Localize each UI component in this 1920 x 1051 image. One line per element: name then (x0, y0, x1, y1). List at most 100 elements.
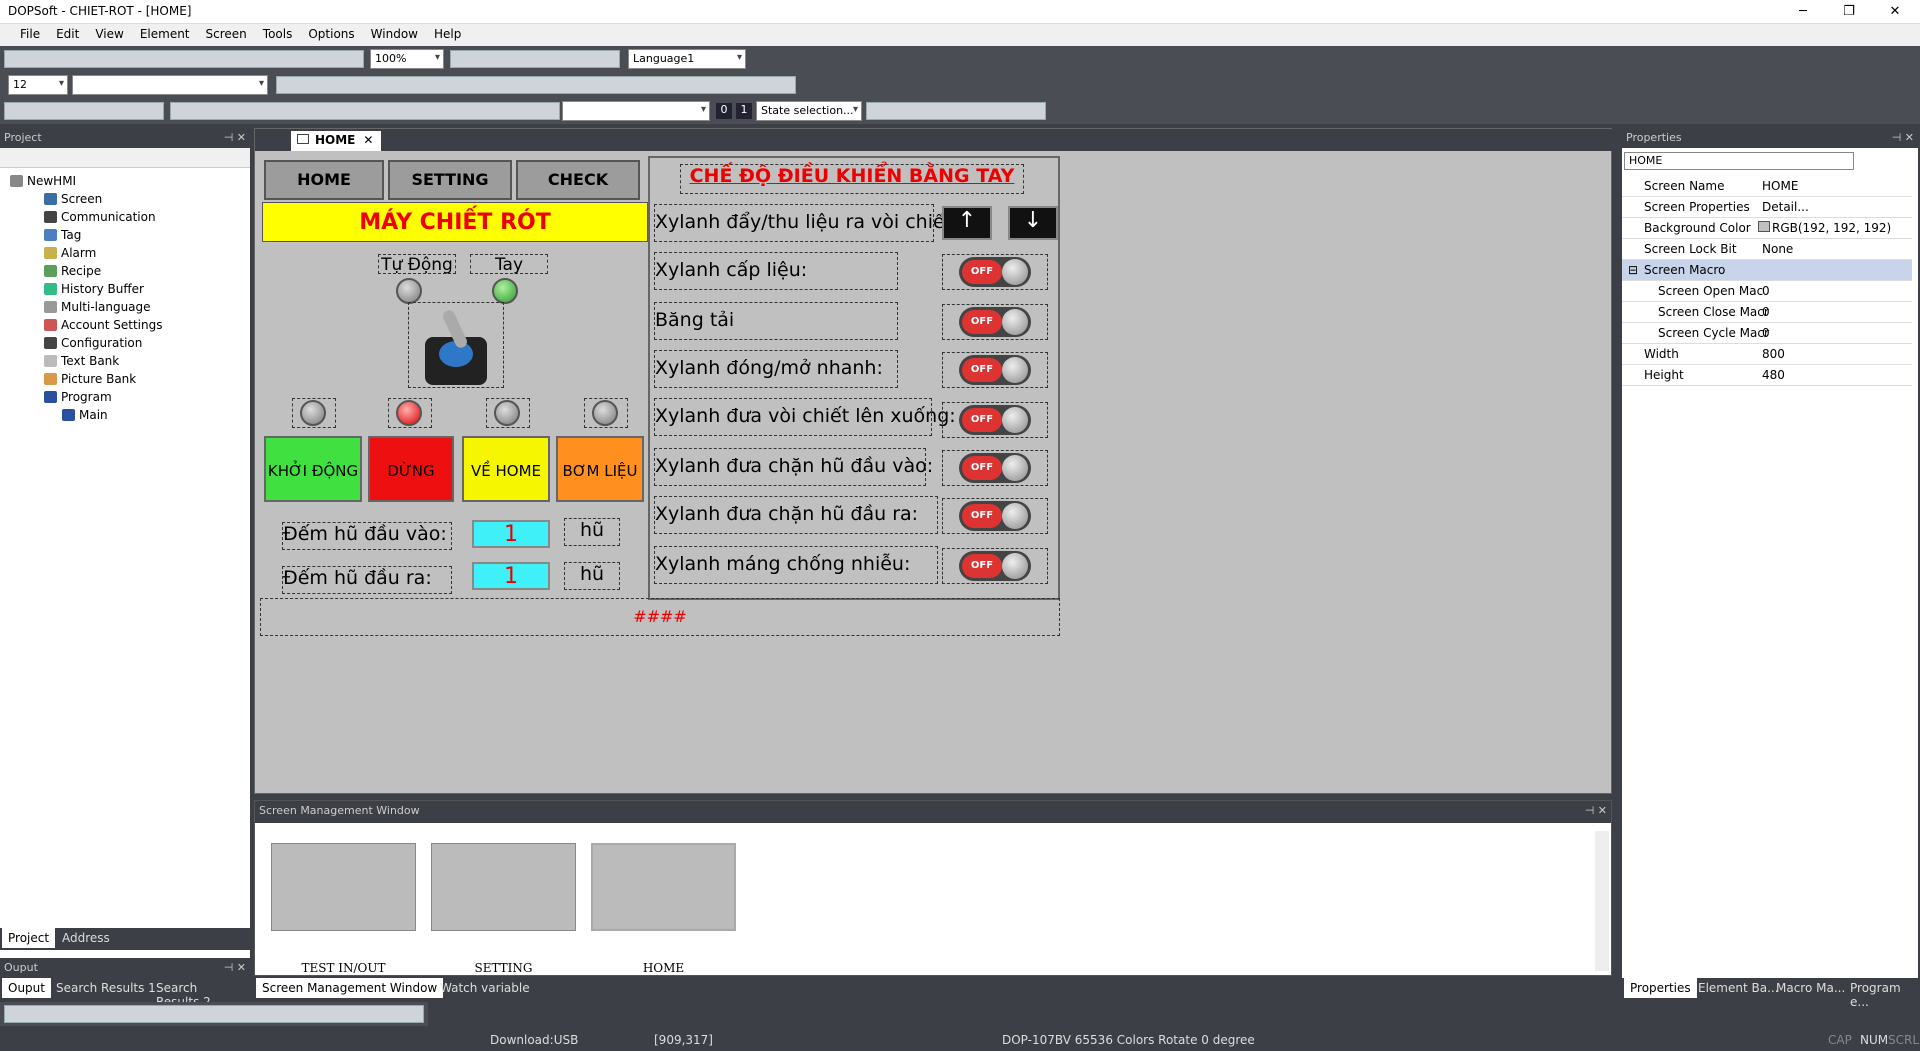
toggle-knob (1002, 407, 1028, 433)
tab-properties[interactable]: Properties (1624, 978, 1697, 998)
prop-row[interactable]: Width 800 (1622, 344, 1912, 365)
menu-edit[interactable]: Edit (48, 24, 87, 44)
prop-row[interactable]: Screen Properties Detail... (1622, 197, 1912, 218)
toggle-frame: OFF (942, 450, 1048, 486)
font-size-select[interactable]: 12 (8, 75, 68, 95)
menu-view[interactable]: View (87, 24, 131, 44)
tree-root[interactable]: NewHMI (10, 174, 76, 188)
tab-home[interactable]: HOME ✕ (291, 131, 381, 151)
menu-file[interactable]: File (12, 24, 48, 44)
thumb-test-io[interactable] (271, 843, 416, 931)
prop-category[interactable]: ⊟ Screen Macro (1622, 260, 1912, 281)
tree-item-picture-bank[interactable]: Picture Bank (44, 372, 136, 386)
smw-scrollbar[interactable] (1595, 831, 1609, 971)
prop-row[interactable]: Screen Cycle Macr 0 (1622, 323, 1912, 344)
prop-row[interactable]: Screen Name HOME (1622, 176, 1912, 197)
hmi-screen: HOME SETTING CHECK IN/OUT MÁY CHIẾT RÓT … (260, 156, 1060, 636)
property-grid: Screen Name HOME Screen Properties Detail.… (1622, 176, 1918, 406)
tree-item-main[interactable]: Main (62, 408, 108, 422)
nav-home-button[interactable]: HOME (264, 160, 384, 200)
tab-watch-variable[interactable]: Watch variable (434, 978, 536, 998)
prop-row[interactable]: Height 480 (1622, 365, 1912, 386)
tree-item-configuration[interactable]: Configuration (44, 336, 142, 350)
tab-output[interactable]: Ouput (2, 978, 51, 998)
toggle-entry-stopper[interactable]: OFF (959, 453, 1031, 483)
stop-button[interactable]: DỪNG (368, 436, 454, 502)
tab-project[interactable]: Project (2, 928, 56, 948)
close-button[interactable]: ✕ (1872, 0, 1918, 24)
status-lamp-1 (300, 400, 326, 426)
toggle-nozzle-lift[interactable]: OFF (959, 405, 1031, 435)
menu-options[interactable]: Options (300, 24, 362, 44)
row-label-1: Xylanh cấp liệu: (655, 259, 808, 281)
alarm-icon (44, 247, 57, 259)
thumb-setting[interactable] (431, 843, 576, 931)
count-out-value[interactable]: 1 (472, 562, 550, 590)
toggle-off-label: OFF (962, 456, 1002, 480)
row-frame: Xylanh đưa chặn hũ đầu ra: (654, 496, 938, 534)
language-select[interactable]: Language1 (628, 49, 746, 69)
row-frame: Xylanh máng chống nhiễu: (654, 546, 938, 584)
toggle-exit-stopper[interactable]: OFF (959, 501, 1031, 531)
tree-item-communication[interactable]: Communication (44, 210, 156, 224)
tab-search-1[interactable]: Search Results 1 (50, 978, 162, 998)
state-0-button[interactable]: 0 (716, 103, 732, 119)
menu-window[interactable]: Window (363, 24, 426, 44)
tab-program-editor[interactable]: Program e... (1844, 978, 1920, 1012)
mode-selector-switch[interactable] (408, 302, 504, 388)
state-select[interactable]: State selection... (756, 101, 862, 121)
prop-row[interactable]: Background Color RGB(192, 192, 192) (1622, 218, 1912, 239)
prop-row[interactable]: Screen Lock Bit None (1622, 239, 1912, 260)
prop-key: Background Color (1644, 221, 1751, 235)
thumb-home[interactable] (591, 843, 736, 931)
tree-item-screen[interactable]: Screen (44, 192, 102, 206)
object-select[interactable]: HOME (1624, 152, 1854, 170)
toggle-conveyor[interactable]: OFF (959, 307, 1031, 337)
minimize-button[interactable]: ─ (1780, 0, 1826, 24)
tree-item-program[interactable]: Program (44, 390, 112, 404)
toggle-feed-cylinder[interactable]: OFF (959, 257, 1031, 287)
maximize-button[interactable]: ❐ (1826, 0, 1872, 24)
tree-item-history-buffer[interactable]: History Buffer (44, 282, 144, 296)
prop-value: 0 (1762, 305, 1770, 319)
tree-item-tag[interactable]: Tag (44, 228, 81, 242)
tree-item-text-bank[interactable]: Text Bank (44, 354, 119, 368)
tab-address[interactable]: Address (56, 928, 116, 948)
menu-tools[interactable]: Tools (255, 24, 301, 44)
font-name-select[interactable] (72, 75, 268, 95)
prop-value: 800 (1762, 347, 1785, 361)
menu-element[interactable]: Element (132, 24, 198, 44)
pump-button[interactable]: BƠM LIỆU (556, 436, 644, 502)
menu-help[interactable]: Help (426, 24, 469, 44)
arrow-up-button[interactable]: ↑ (942, 206, 992, 240)
tree-item-multi-language[interactable]: Multi-language (44, 300, 151, 314)
prop-row[interactable]: Screen Open Mac 0 (1622, 281, 1912, 302)
status-device: DOP-107BV 65536 Colors Rotate 0 degree (1002, 1033, 1255, 1047)
thumb-label-test-io: TEST IN/OUT (301, 961, 386, 975)
toggle-frame: OFF (942, 548, 1048, 584)
menu-screen[interactable]: Screen (198, 24, 255, 44)
count-in-value[interactable]: 1 (472, 520, 550, 548)
output-header: Ouput ⊣ ✕ (0, 958, 250, 978)
tab-macro-manager[interactable]: Macro Ma... (1770, 978, 1851, 998)
tree-item-account-settings[interactable]: Account Settings (44, 318, 162, 332)
output-title: Ouput (4, 961, 38, 974)
start-button[interactable]: KHỞI ĐỘNG (264, 436, 362, 502)
draw-toolbar (4, 102, 164, 120)
state-1-button[interactable]: 1 (736, 103, 752, 119)
prop-row[interactable]: Screen Close Macr 0 (1622, 302, 1912, 323)
nav-checkio-button[interactable]: CHECK IN/OUT (516, 160, 640, 225)
arrow-down-button[interactable]: ↓ (1008, 206, 1058, 240)
element-select[interactable] (562, 101, 710, 121)
toggle-quick-valve[interactable]: OFF (959, 355, 1031, 385)
program-icon (44, 391, 57, 403)
tree-item-alarm[interactable]: Alarm (44, 246, 96, 260)
home-return-button[interactable]: VỀ HOME (462, 436, 550, 502)
zoom-select[interactable]: 100% (370, 49, 444, 69)
toggle-anti-noise-tray[interactable]: OFF (959, 551, 1031, 581)
tab-screen-management[interactable]: Screen Management Window (256, 978, 444, 998)
tree-label: Main (79, 408, 108, 422)
tree-item-recipe[interactable]: Recipe (44, 264, 101, 278)
nav-setting-button[interactable]: SETTING (388, 160, 512, 200)
count-out-label: Đếm hũ đầu ra: (282, 566, 452, 594)
